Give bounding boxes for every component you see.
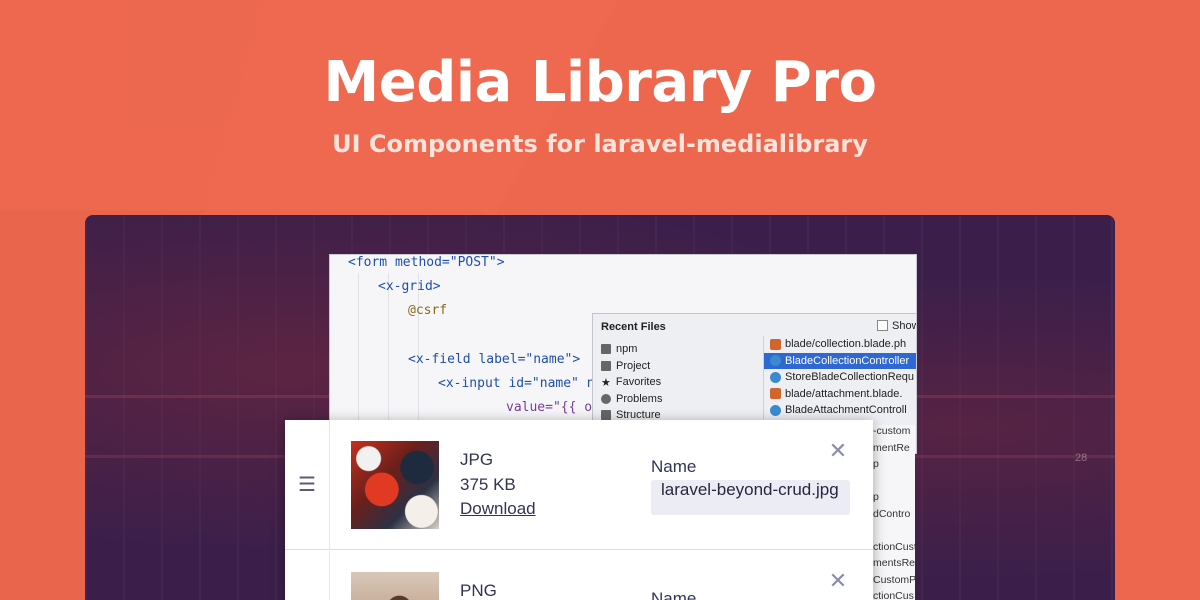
media-thumbnail [351, 572, 439, 600]
blade-file-icon [770, 338, 781, 350]
recent-file-item-selected[interactable]: BladeCollectionController [764, 352, 916, 369]
tool-window-item[interactable]: ★ Favorites [601, 374, 761, 391]
star-icon: ★ [601, 376, 611, 389]
recent-file-fragment [873, 524, 915, 541]
checkbox-icon[interactable] [877, 320, 888, 331]
drag-handle-icon[interactable]: ☰ [285, 420, 330, 549]
class-file-icon [770, 371, 781, 383]
media-item: PNG Name ✕ [285, 551, 873, 600]
panel-number: 28 [1075, 452, 1088, 464]
recent-file-fragment: ctionCus [873, 590, 914, 600]
structure-icon [601, 410, 611, 421]
recent-file-fragment: p [873, 458, 879, 470]
name-label: Name [651, 457, 697, 476]
folder-icon [601, 360, 611, 371]
problems-icon [601, 393, 611, 404]
close-icon[interactable]: ✕ [828, 570, 848, 592]
name-input[interactable]: laravel-beyond-crud.jpg [651, 480, 850, 515]
close-icon[interactable]: ✕ [828, 440, 848, 462]
code-line: @csrf [408, 303, 448, 318]
tool-window-list: npm Project ★ Favorites Problems Structur… [601, 341, 761, 424]
code-line: <form method="POST"> [348, 255, 505, 270]
media-thumbnail [351, 441, 439, 529]
recent-file-item[interactable]: blade/attachment.blade. [770, 386, 916, 403]
code-line: <x-input id="name" na [438, 376, 603, 391]
show-checkbox[interactable]: Show [877, 320, 916, 332]
recent-file-fragment: -custom [873, 425, 911, 437]
code-line: <x-field label="name"> [408, 352, 581, 367]
file-size: 375 KB [460, 475, 516, 494]
recent-file-fragment [873, 475, 915, 492]
recent-file-item[interactable]: blade/collection.blade.ph [770, 336, 916, 353]
recent-file-fragment: CustomPr [873, 573, 915, 586]
media-library-card: ☰ JPG 375 KB Download Name laravel-beyon… [285, 420, 873, 600]
tool-window-item[interactable]: Problems [601, 391, 761, 408]
drag-handle-area[interactable] [285, 551, 330, 600]
recent-file-fragment: dContro [873, 507, 911, 520]
name-label: Name [651, 589, 697, 600]
media-item: ☰ JPG 375 KB Download Name laravel-beyon… [285, 420, 873, 550]
recent-file-fragment: p [873, 491, 879, 503]
blade-file-icon [770, 388, 781, 400]
recent-file-item[interactable]: BladeAttachmentControll [770, 402, 916, 419]
tool-window-item[interactable]: npm [601, 341, 761, 358]
npm-icon [601, 344, 611, 355]
file-type: JPG [460, 450, 494, 469]
hero-title: Media Library Pro [323, 50, 877, 115]
recent-files-list: blade/collection.blade.ph BladeCollectio… [763, 336, 916, 419]
recent-file-fragment: mentRe [873, 441, 910, 454]
class-file-icon [770, 404, 781, 416]
code-line: <x-grid> [378, 279, 441, 294]
recent-file-item[interactable]: StoreBladeCollectionRequ [770, 369, 916, 386]
recent-file-fragment: mentsRe [873, 557, 915, 569]
tool-window-item[interactable]: Project [601, 358, 761, 375]
class-file-icon [770, 355, 781, 367]
hero-subtitle: UI Components for laravel-medialibrary [332, 130, 868, 158]
code-line: value="{{ o [506, 400, 593, 415]
recent-files-overflow: -custom mentRe p p dContro ctionCust men… [873, 425, 915, 600]
recent-file-fragment: ctionCust [873, 540, 915, 553]
download-link[interactable]: Download [460, 499, 536, 519]
file-type: PNG [460, 581, 497, 600]
recent-files-title: Recent Files [601, 321, 666, 333]
